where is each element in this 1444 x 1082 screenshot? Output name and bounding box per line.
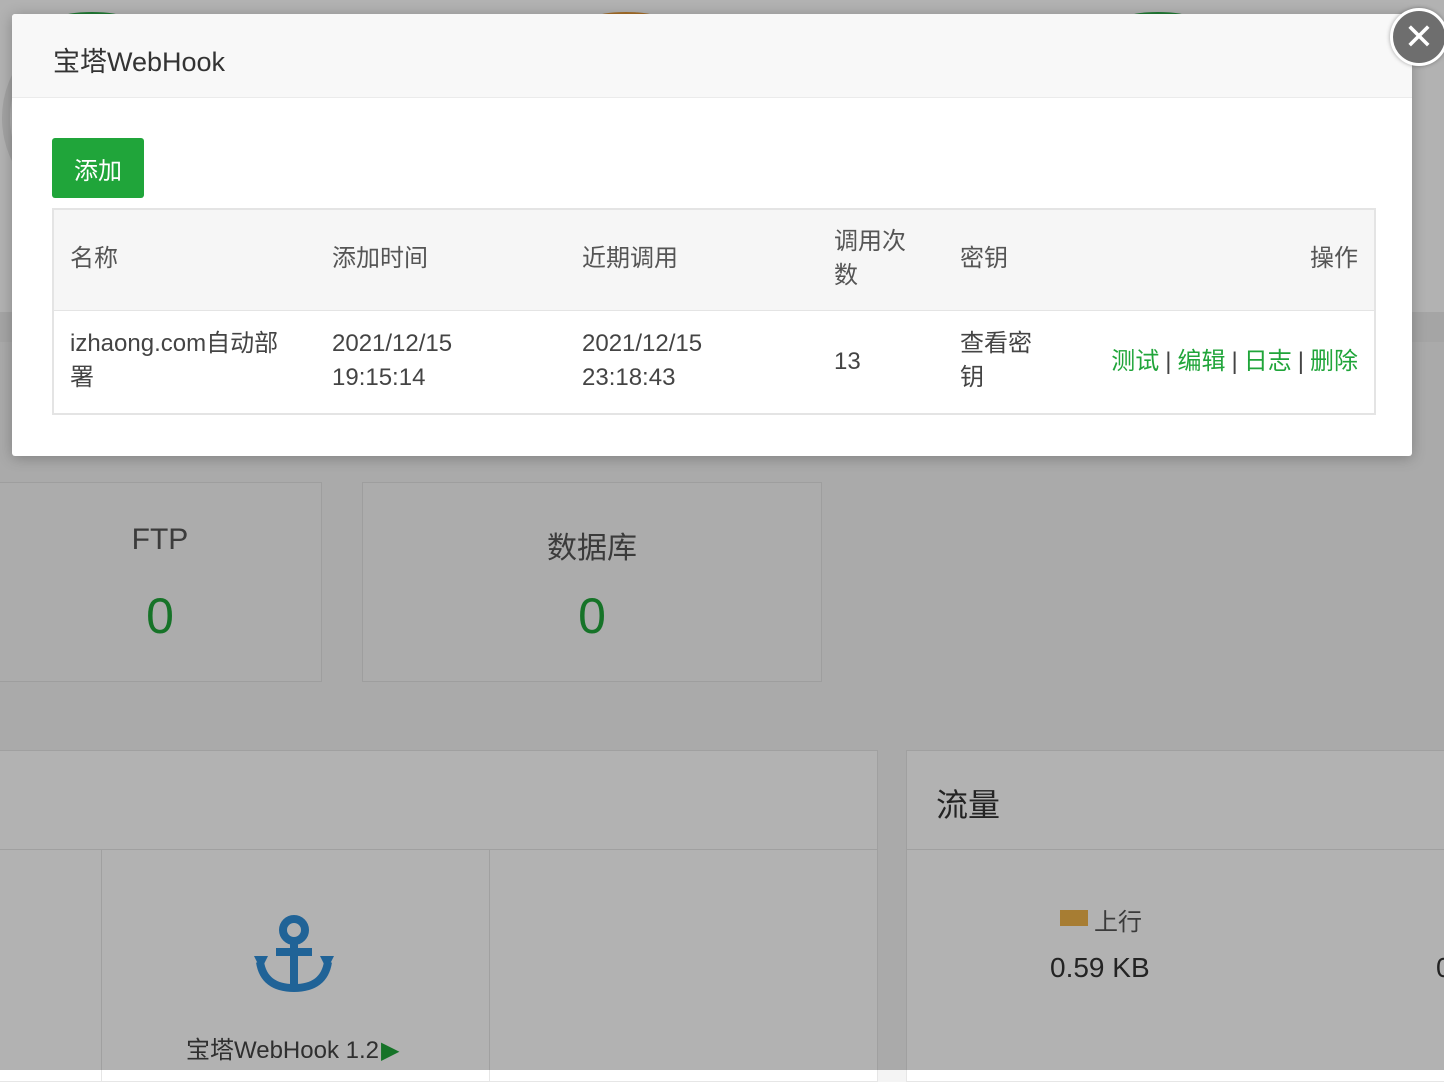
cell-call-count: 13 [834, 348, 861, 375]
action-separator: | [1231, 348, 1238, 375]
modal-title: 宝塔WebHook [53, 47, 226, 77]
delete-link[interactable]: 删除 [1310, 348, 1358, 375]
column-header-actions: 操作 [1310, 245, 1358, 272]
modal-header: 宝塔WebHook [12, 14, 1412, 98]
action-separator: | [1297, 348, 1304, 375]
row-actions: 测试 | 编辑 | 日志 | 删除 [1111, 345, 1358, 379]
cell-added-time: 2021/12/15 19:15:14 [332, 330, 453, 391]
column-header-name: 名称 [70, 245, 118, 272]
webhook-table: 名称 添加时间 近期调用 调用次数 密钥 操作 izhaong.com自动部署 … [52, 208, 1376, 415]
webhook-modal: 宝塔WebHook 添加 名称 添加时间 近期调用 调用次数 密钥 操作 izh… [12, 8, 1444, 456]
table-row: izhaong.com自动部署 2021/12/15 19:15:14 2021… [54, 311, 1374, 413]
edit-link[interactable]: 编辑 [1178, 348, 1226, 375]
close-icon[interactable]: ✕ [1390, 8, 1444, 66]
column-header-call-count: 调用次数 [834, 228, 906, 289]
table-header: 名称 添加时间 近期调用 调用次数 密钥 操作 [54, 210, 1374, 311]
test-link[interactable]: 测试 [1111, 348, 1159, 375]
add-button[interactable]: 添加 [52, 138, 144, 198]
column-header-added-time: 添加时间 [332, 245, 428, 272]
log-link[interactable]: 日志 [1244, 348, 1292, 375]
view-key-link[interactable]: 查看密钥 [960, 327, 1040, 395]
column-header-key: 密钥 [960, 245, 1008, 272]
action-separator: | [1165, 348, 1172, 375]
cell-name: izhaong.com自动部署 [70, 330, 279, 391]
cell-recent-call: 2021/12/15 23:18:43 [582, 330, 703, 391]
column-header-recent-call: 近期调用 [582, 245, 678, 272]
